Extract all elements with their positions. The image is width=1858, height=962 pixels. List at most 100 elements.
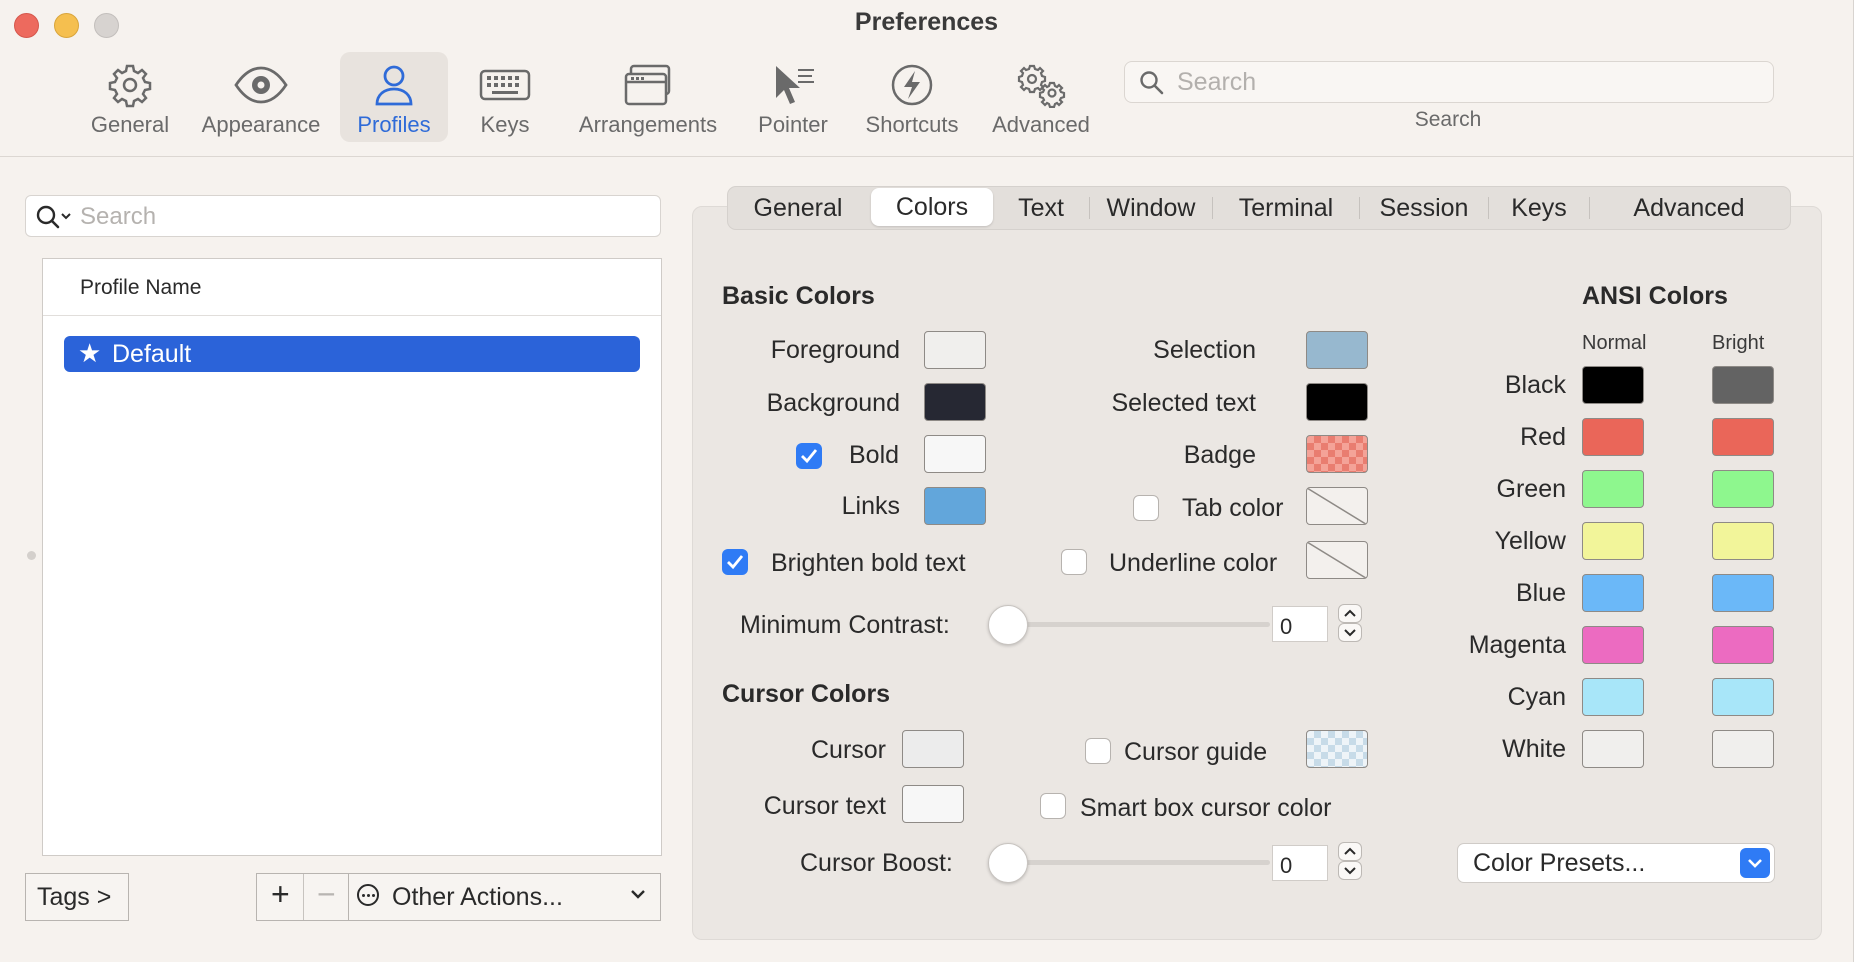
tags-button[interactable]: Tags > [25, 873, 129, 921]
links-label: Links [841, 492, 900, 520]
add-profile-button[interactable]: + [271, 876, 290, 913]
toolbar-search-field[interactable] [1124, 61, 1774, 103]
tab-divider [1488, 197, 1489, 219]
minimum-contrast-track[interactable] [1008, 622, 1270, 627]
star-icon: ★ [78, 338, 102, 368]
toolbar-label: Arrangements [578, 112, 718, 137]
ansi-cyan-bright-well[interactable] [1712, 678, 1774, 716]
profile-list-header[interactable]: Profile Name [43, 259, 661, 316]
background-color-well[interactable] [924, 383, 986, 421]
links-color-well[interactable] [924, 487, 986, 525]
ellipsis-circle-icon [357, 884, 379, 906]
tab-colors[interactable]: Colors [871, 188, 993, 226]
smart-box-cursor-checkbox[interactable] [1040, 793, 1066, 819]
toolbar-keys[interactable]: Keys [465, 52, 545, 142]
cursor-text-color-well[interactable] [902, 785, 964, 823]
selected-text-color-well[interactable] [1306, 383, 1368, 421]
tab-divider [1089, 197, 1090, 219]
ansi-white-normal-well[interactable] [1582, 730, 1644, 768]
stepper-down-button[interactable] [1338, 623, 1362, 642]
dropdown-arrow [1740, 848, 1770, 878]
cursor-colors-heading: Cursor Colors [722, 680, 891, 708]
ansi-red-normal-well[interactable] [1582, 418, 1644, 456]
ansi-green-label: Green [1496, 475, 1566, 503]
chevron-down-icon [631, 890, 645, 899]
cursor-guide-checkbox[interactable] [1085, 738, 1111, 764]
color-presets-dropdown[interactable]: Color Presets... [1457, 843, 1775, 883]
cursor-boost-field[interactable]: 0 [1272, 845, 1328, 881]
ansi-green-normal-well[interactable] [1582, 470, 1644, 508]
other-actions-button[interactable]: Other Actions... [348, 873, 661, 921]
cursor-label: Cursor [810, 736, 886, 764]
bold-color-well[interactable] [924, 435, 986, 473]
cursor-boost-track[interactable] [1008, 860, 1270, 865]
profile-list: Profile Name ★ Default [42, 258, 662, 856]
pointer-icon [776, 66, 814, 104]
cursor-guide-color-well[interactable] [1306, 730, 1368, 768]
toolbar-label: Shortcuts [865, 112, 959, 137]
ansi-magenta-normal-well[interactable] [1582, 626, 1644, 664]
cursor-boost-slider-knob[interactable] [988, 843, 1028, 883]
ansi-green-bright-well[interactable] [1712, 470, 1774, 508]
toolbar-shortcuts[interactable]: Shortcuts [860, 52, 964, 142]
add-remove-control: + − [256, 873, 350, 921]
profile-search-field[interactable] [25, 195, 661, 237]
toolbar-arrangements[interactable]: Arrangements [572, 52, 724, 142]
tab-divider [1212, 197, 1213, 219]
preferences-window: Preferences General Appearance Profiles … [0, 0, 1854, 962]
toolbar-general[interactable]: General [80, 52, 180, 142]
ansi-yellow-bright-well[interactable] [1712, 522, 1774, 560]
remove-profile-button[interactable]: − [317, 876, 336, 913]
ansi-blue-bright-well[interactable] [1712, 574, 1774, 612]
underline-color-checkbox[interactable] [1061, 549, 1087, 575]
minimum-contrast-label: Minimum Contrast: [740, 611, 950, 639]
tab-color-well[interactable] [1306, 487, 1368, 525]
minimum-contrast-field[interactable]: 0 [1272, 606, 1328, 642]
ansi-black-normal-well[interactable] [1582, 366, 1644, 404]
chevron-down-icon [1748, 859, 1762, 868]
no-color-slash-icon [1307, 542, 1367, 578]
minimum-contrast-slider-knob[interactable] [988, 605, 1028, 645]
underline-color-label: Underline color [1109, 549, 1278, 577]
tab-general[interactable]: General [734, 187, 862, 229]
ansi-black-bright-well[interactable] [1712, 366, 1774, 404]
ansi-yellow-label: Yellow [1494, 527, 1566, 555]
foreground-color-well[interactable] [924, 331, 986, 369]
toolbar-label: Advanced [992, 112, 1090, 137]
tab-advanced[interactable]: Advanced [1594, 187, 1784, 229]
brighten-bold-checkbox[interactable] [722, 549, 748, 575]
tab-text[interactable]: Text [998, 187, 1084, 229]
selected-text-label: Selected text [1111, 389, 1256, 417]
badge-color-well[interactable] [1306, 435, 1368, 473]
ansi-magenta-bright-well[interactable] [1712, 626, 1774, 664]
ansi-white-bright-well[interactable] [1712, 730, 1774, 768]
split-handle[interactable] [27, 551, 36, 560]
toolbar-advanced[interactable]: Advanced [985, 52, 1097, 142]
tab-window[interactable]: Window [1094, 187, 1208, 229]
cursor-color-well[interactable] [902, 730, 964, 768]
toolbar-profiles[interactable]: Profiles [340, 52, 448, 142]
ansi-cyan-normal-well[interactable] [1582, 678, 1644, 716]
tab-color-checkbox[interactable] [1133, 495, 1159, 521]
toolbar-appearance[interactable]: Appearance [196, 52, 326, 142]
ansi-red-bright-well[interactable] [1712, 418, 1774, 456]
minimum-contrast-stepper[interactable] [1338, 604, 1362, 644]
color-presets-label: Color Presets... [1473, 849, 1646, 877]
stepper-down-button[interactable] [1338, 861, 1362, 880]
ansi-magenta-label: Magenta [1468, 631, 1566, 659]
ansi-blue-normal-well[interactable] [1582, 574, 1644, 612]
bold-checkbox[interactable] [796, 443, 822, 469]
tab-keys[interactable]: Keys [1493, 187, 1585, 229]
toolbar-pointer[interactable]: Pointer [750, 52, 836, 142]
stepper-up-button[interactable] [1338, 604, 1362, 623]
cursor-boost-stepper[interactable] [1338, 842, 1362, 882]
ansi-yellow-normal-well[interactable] [1582, 522, 1644, 560]
toolbar-search-input[interactable] [1175, 66, 1759, 98]
stepper-up-button[interactable] [1338, 842, 1362, 861]
profile-search-input[interactable] [78, 201, 642, 233]
tab-terminal[interactable]: Terminal [1217, 187, 1355, 229]
profile-row-default[interactable]: ★ Default [64, 336, 640, 372]
selection-color-well[interactable] [1306, 331, 1368, 369]
tab-session[interactable]: Session [1364, 187, 1484, 229]
underline-color-well[interactable] [1306, 541, 1368, 579]
